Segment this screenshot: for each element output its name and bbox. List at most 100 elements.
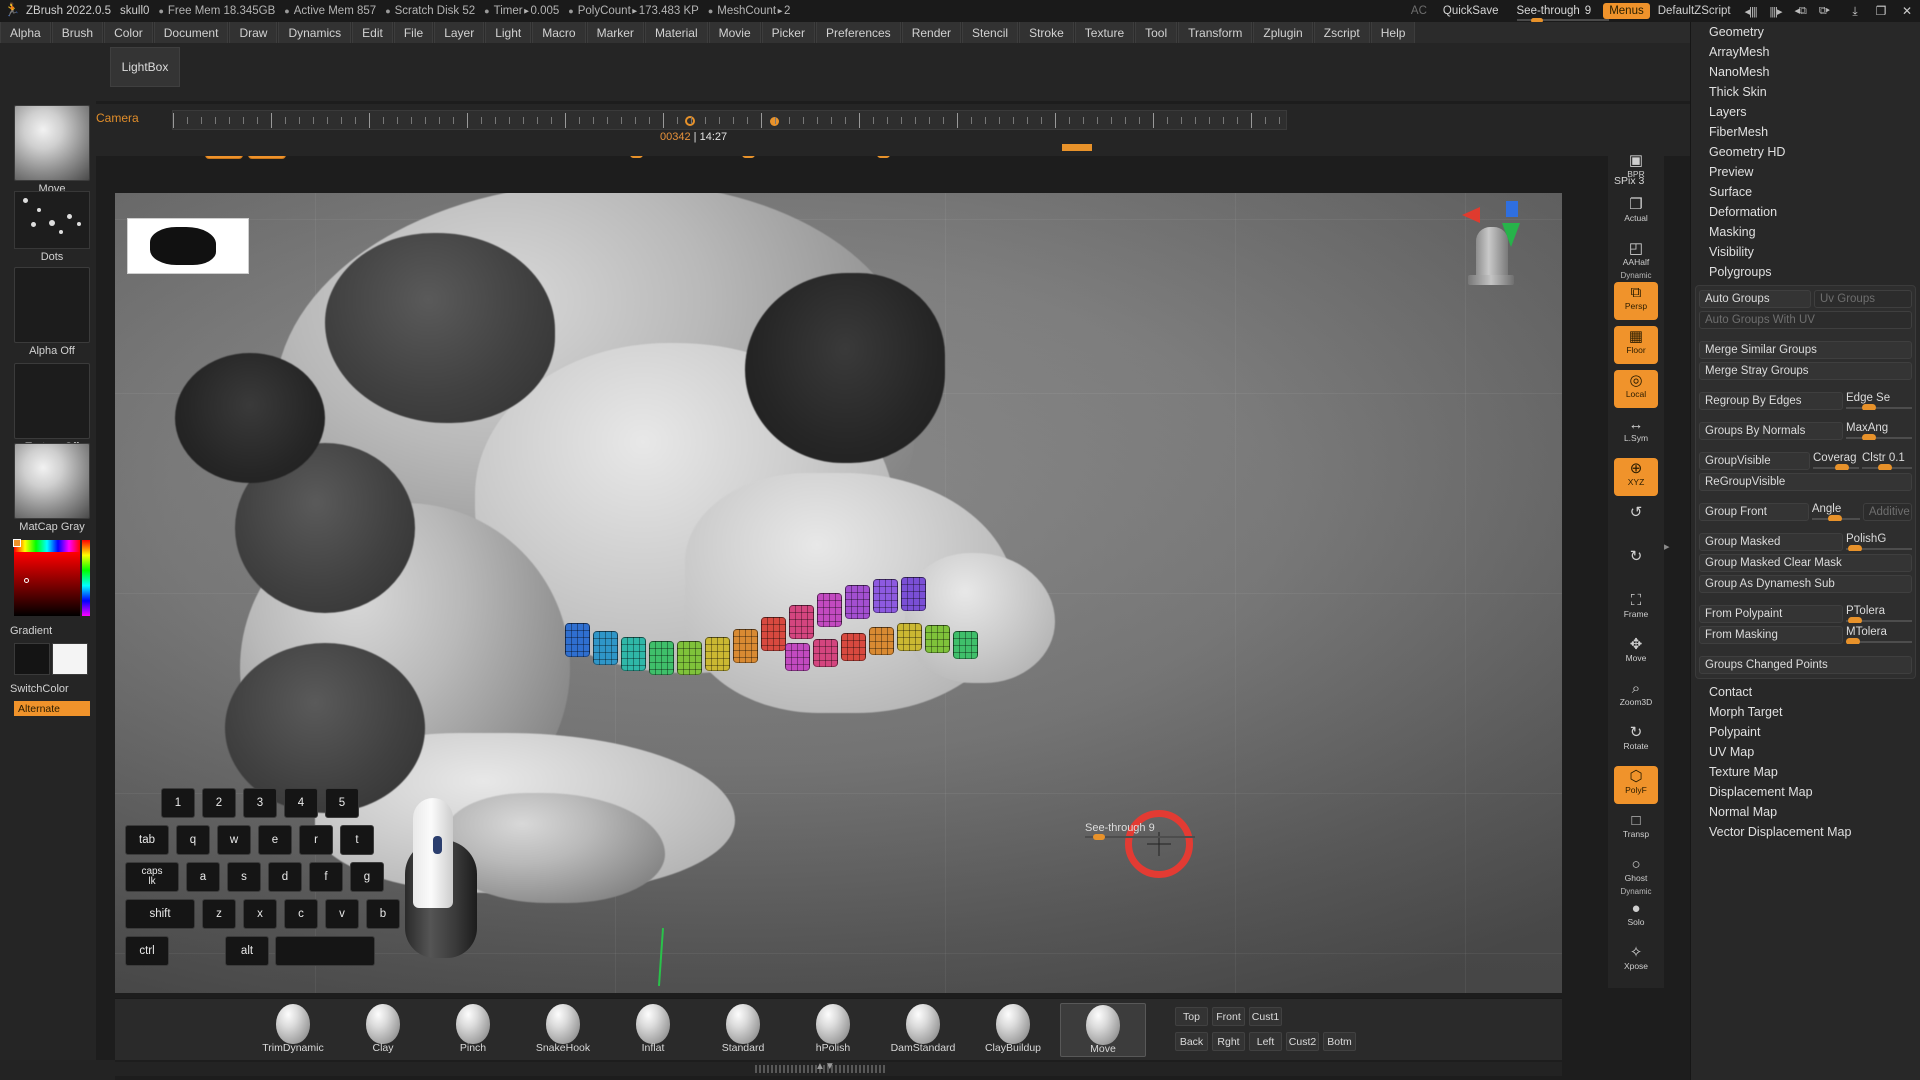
section-geometry-hd[interactable]: Geometry HD: [1691, 142, 1920, 162]
section-texture-map[interactable]: Texture Map: [1691, 762, 1920, 782]
timeline-keyframe-hollow[interactable]: [685, 116, 695, 126]
view-left-button[interactable]: Left: [1249, 1032, 1282, 1051]
menu-edit[interactable]: Edit: [352, 22, 393, 43]
color-hue-strip[interactable]: [14, 540, 80, 552]
brush-inflat[interactable]: Inflat: [610, 1003, 696, 1057]
menu-transform[interactable]: Transform: [1178, 22, 1252, 43]
key-2[interactable]: 2: [202, 788, 236, 818]
key-s[interactable]: s: [227, 862, 261, 892]
cluster-knob[interactable]: [1878, 464, 1892, 470]
quicksave-button[interactable]: QuickSave: [1443, 5, 1499, 17]
rail-collapse-arrow-icon[interactable]: ▸: [1664, 540, 1670, 553]
group-masked-button[interactable]: Group Masked: [1699, 533, 1843, 551]
viewport-canvas[interactable]: 12345tabqwertcapslkasdfgshiftzxcvbctrlal…: [115, 193, 1562, 993]
section-fibermesh[interactable]: FiberMesh: [1691, 122, 1920, 142]
section-normal-map[interactable]: Normal Map: [1691, 802, 1920, 822]
key-4[interactable]: 4: [284, 788, 318, 818]
section-displacement-map[interactable]: Displacement Map: [1691, 782, 1920, 802]
current-material-slot[interactable]: MatCap Gray: [14, 443, 90, 533]
group-as-dynamesh-sub-button[interactable]: Group As Dynamesh Sub: [1699, 575, 1912, 593]
navigation-gizmo[interactable]: [1462, 201, 1534, 287]
menu-texture[interactable]: Texture: [1075, 22, 1134, 43]
menu-material[interactable]: Material: [645, 22, 708, 43]
menus-button[interactable]: Menus: [1603, 3, 1650, 19]
section-masking[interactable]: Masking: [1691, 222, 1920, 242]
section-uv-map[interactable]: UV Map: [1691, 742, 1920, 762]
alternate-button[interactable]: Alternate: [14, 701, 90, 716]
group-masked-clear-mask-button[interactable]: Group Masked Clear Mask: [1699, 554, 1912, 572]
key-shift[interactable]: shift: [125, 899, 195, 929]
rail-zoom3d-button[interactable]: ⌕Zoom3D: [1614, 678, 1658, 716]
key-z[interactable]: z: [202, 899, 236, 929]
timeline-secondary-track[interactable]: [172, 144, 1287, 152]
key-a[interactable]: a: [186, 862, 220, 892]
restore-button[interactable]: ❐: [1868, 0, 1894, 22]
auto-groups-button[interactable]: Auto Groups: [1699, 290, 1811, 308]
section-deformation[interactable]: Deformation: [1691, 202, 1920, 222]
rail-xyz-button[interactable]: ⊕XYZ: [1614, 458, 1658, 496]
rail-icon-9-button[interactable]: ↻: [1614, 546, 1658, 584]
menu-layer[interactable]: Layer: [434, 22, 484, 43]
from-masking-button[interactable]: From Masking: [1699, 626, 1843, 644]
m-tolerance-knob[interactable]: [1846, 638, 1860, 644]
brush-damstandard[interactable]: DamStandard: [880, 1003, 966, 1057]
rail-xpose-button[interactable]: ✧Xpose: [1614, 942, 1658, 980]
brush-snakehook[interactable]: SnakeHook: [520, 1003, 606, 1057]
rail-local-button[interactable]: ◎Local: [1614, 370, 1658, 408]
view-cust1-button[interactable]: Cust1: [1249, 1007, 1282, 1026]
menu-macro[interactable]: Macro: [532, 22, 585, 43]
section-nanomesh[interactable]: NanoMesh: [1691, 62, 1920, 82]
switchcolor-label[interactable]: SwitchColor: [0, 683, 96, 695]
key-tab[interactable]: tab: [125, 825, 169, 855]
section-vector-displacement-map[interactable]: Vector Displacement Map: [1691, 822, 1920, 842]
brush-clay[interactable]: Clay: [340, 1003, 426, 1057]
menu-tool[interactable]: Tool: [1135, 22, 1177, 43]
p-tolerance-slider[interactable]: PTolera: [1846, 605, 1912, 623]
section-surface[interactable]: Surface: [1691, 182, 1920, 202]
key-caps-lk[interactable]: capslk: [125, 862, 179, 892]
from-polypaint-button[interactable]: From Polypaint: [1699, 605, 1843, 623]
key-d[interactable]: d: [268, 862, 302, 892]
section-thick-skin[interactable]: Thick Skin: [1691, 82, 1920, 102]
menu-marker[interactable]: Marker: [587, 22, 644, 43]
primary-color-swatch[interactable]: [14, 643, 50, 675]
regroup-by-edges-button[interactable]: Regroup By Edges: [1699, 392, 1843, 410]
view-botm-button[interactable]: Botm: [1323, 1032, 1356, 1051]
polish-groups-knob[interactable]: [1848, 545, 1862, 551]
scroll-left-icon[interactable]: ◂||||: [1745, 5, 1757, 18]
material-thumbnail[interactable]: [14, 443, 90, 519]
section-arraymesh[interactable]: ArrayMesh: [1691, 42, 1920, 62]
stroke-thumbnail[interactable]: [14, 191, 90, 249]
view-top-button[interactable]: Top: [1175, 1007, 1208, 1026]
rail-polyf-button[interactable]: ⬡PolyF: [1614, 766, 1658, 804]
merge-similar-groups-button[interactable]: Merge Similar Groups: [1699, 341, 1912, 359]
auto-groups-with-uv-button[interactable]: Auto Groups With UV: [1699, 311, 1912, 329]
section-polygroups[interactable]: Polygroups: [1691, 262, 1920, 282]
key-3[interactable]: 3: [243, 788, 277, 818]
angle-slider[interactable]: Angle: [1812, 503, 1860, 521]
brush-claybuildup[interactable]: ClayBuildup: [970, 1003, 1056, 1057]
rail-floor-button[interactable]: ▦Floor: [1614, 326, 1658, 364]
view-back-button[interactable]: Back: [1175, 1032, 1208, 1051]
key-ctrl[interactable]: ctrl: [125, 936, 169, 966]
menu-color[interactable]: Color: [104, 22, 153, 43]
key-g[interactable]: g: [350, 862, 384, 892]
rail-lsym-button[interactable]: ↔L.Sym: [1614, 414, 1658, 452]
section-polypaint[interactable]: Polypaint: [1691, 722, 1920, 742]
rail-transp-button[interactable]: □Transp: [1614, 810, 1658, 848]
key-alt[interactable]: alt: [225, 936, 269, 966]
bottom-see-through-slider[interactable]: See-through 9: [1085, 822, 1155, 834]
coverage-knob[interactable]: [1835, 464, 1849, 470]
edge-sensitivity-knob[interactable]: [1862, 404, 1876, 410]
color-value-bar[interactable]: [82, 540, 90, 616]
rail-icon-8-button[interactable]: ↺: [1614, 502, 1658, 540]
camera-track-label[interactable]: Camera: [96, 111, 139, 125]
key-e[interactable]: e: [258, 825, 292, 855]
key-1[interactable]: 1: [161, 788, 195, 818]
coverage-slider[interactable]: Coverag: [1813, 452, 1859, 470]
max-angle-knob[interactable]: [1862, 434, 1876, 440]
additive-button[interactable]: Additive: [1863, 503, 1912, 521]
max-angle-slider[interactable]: MaxAng: [1846, 422, 1912, 440]
section-layers[interactable]: Layers: [1691, 102, 1920, 122]
key-x[interactable]: x: [243, 899, 277, 929]
